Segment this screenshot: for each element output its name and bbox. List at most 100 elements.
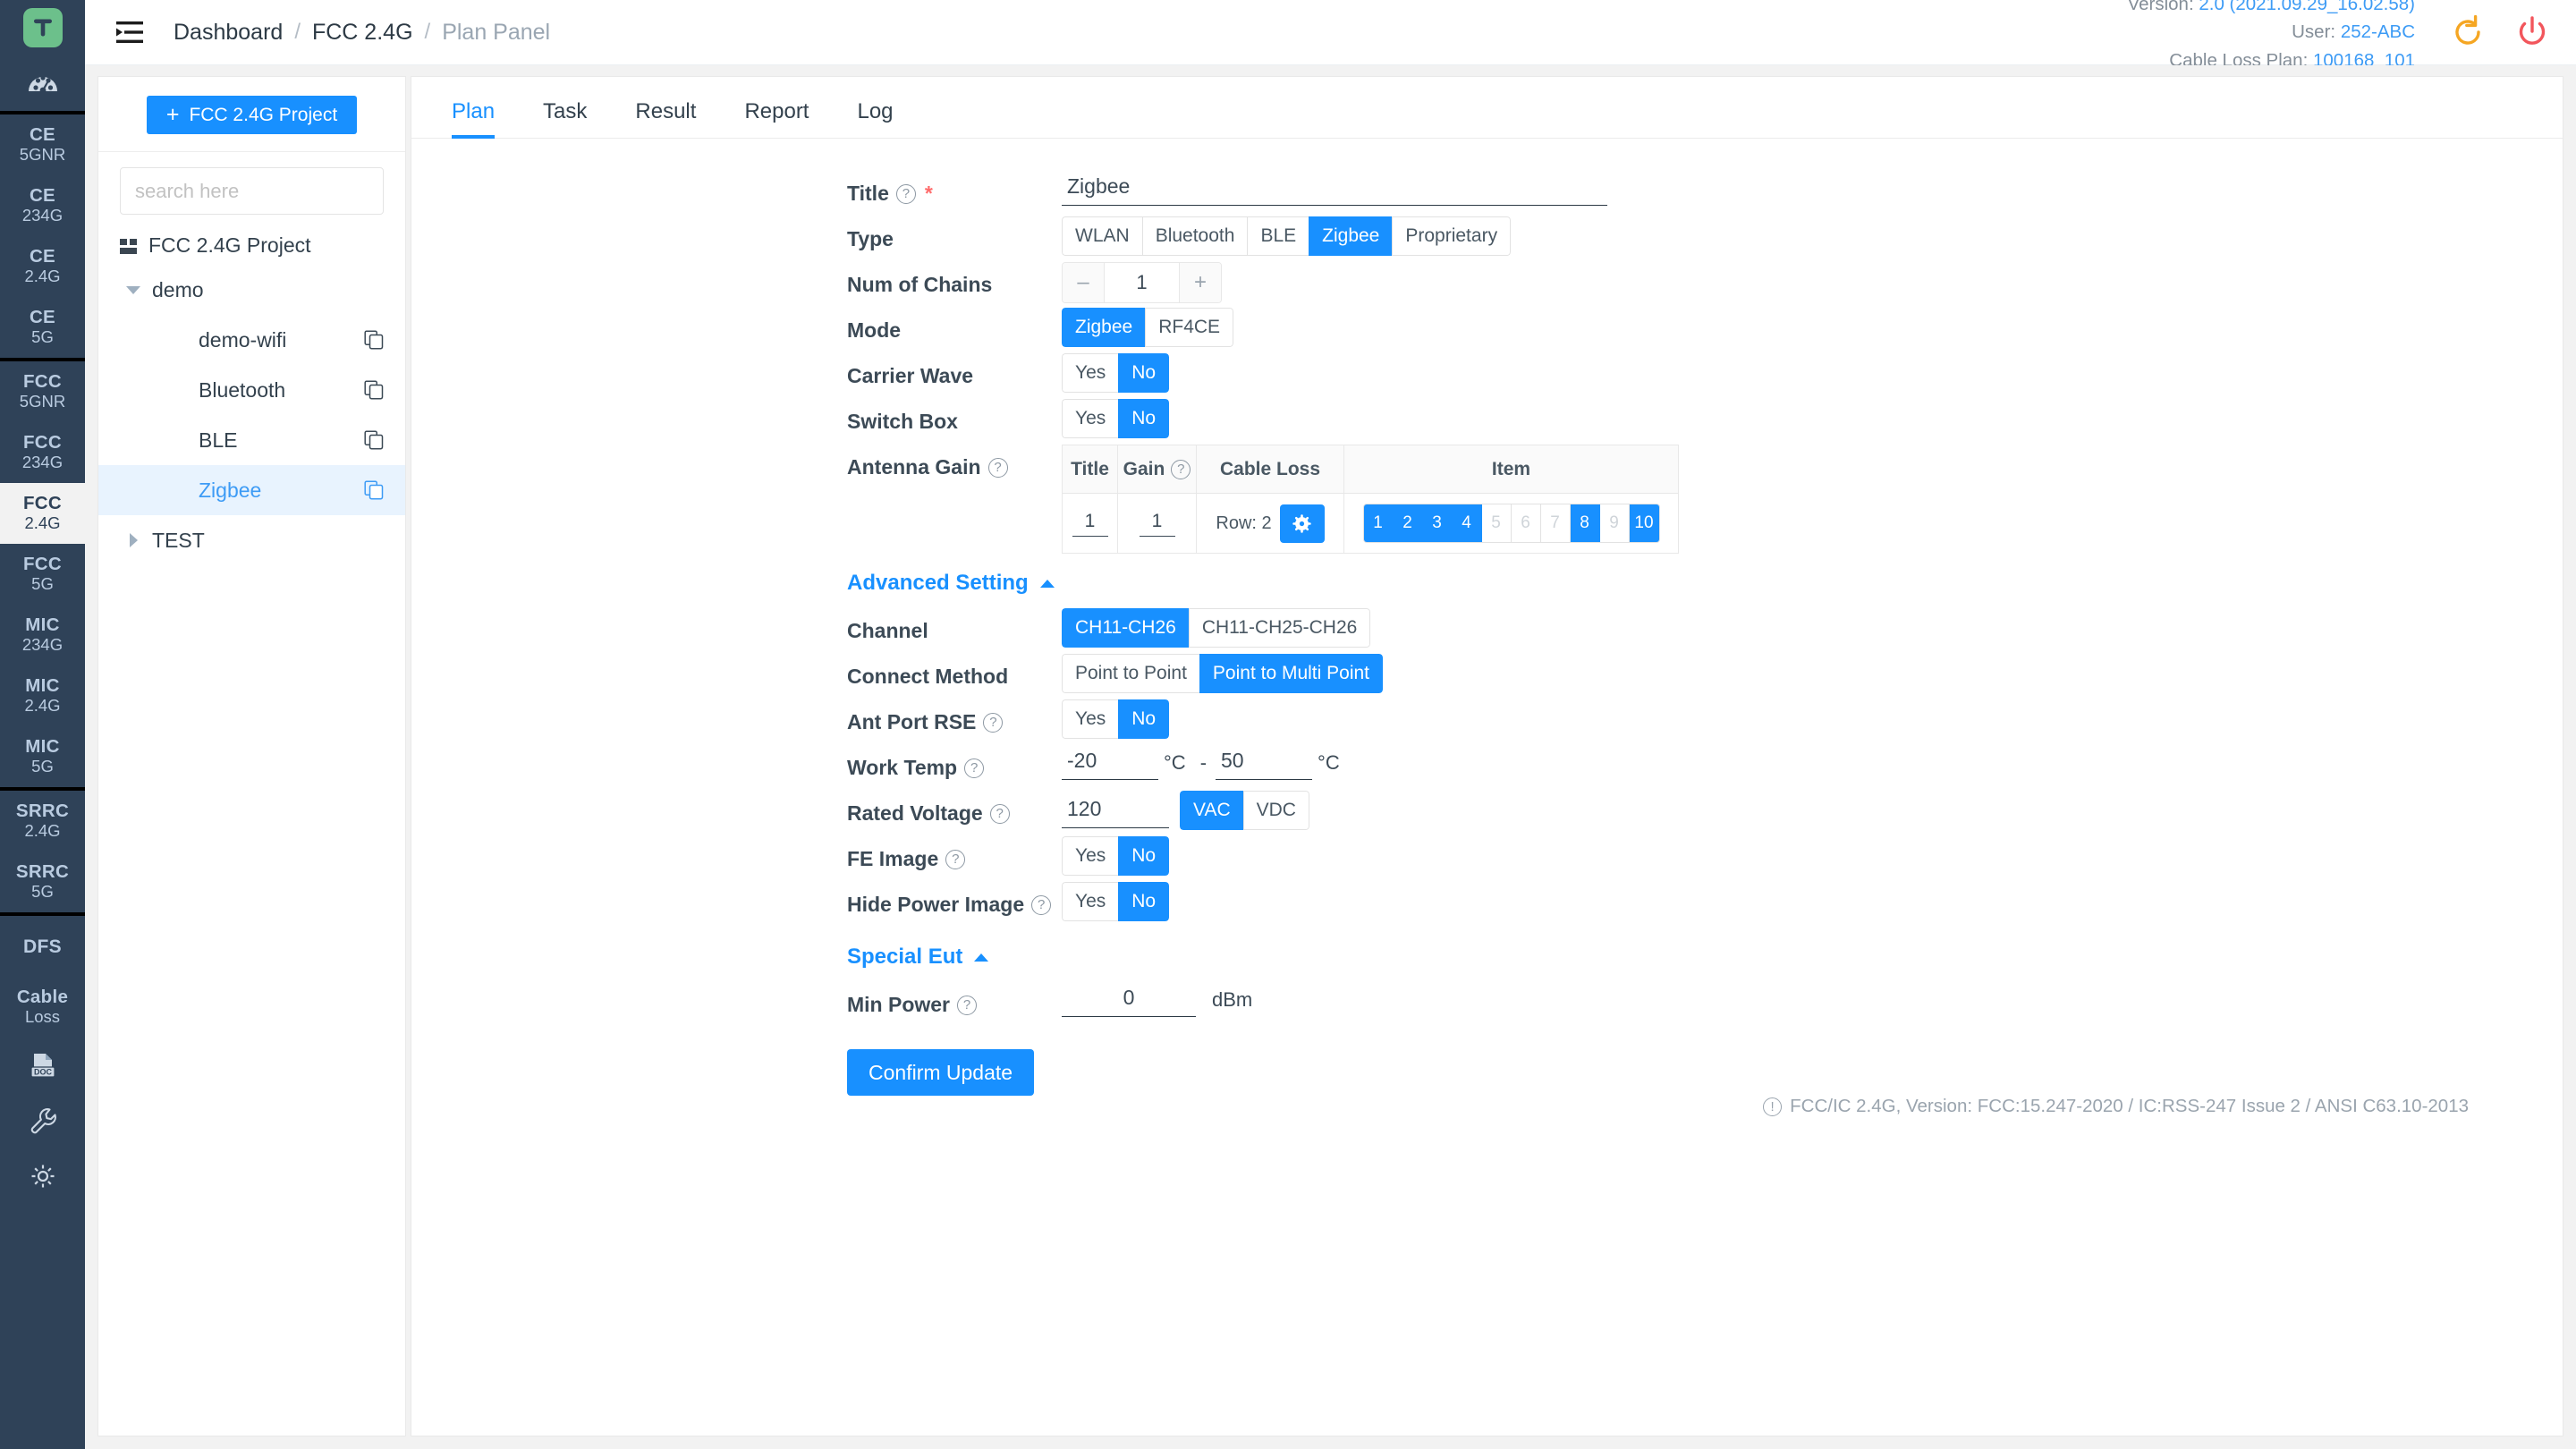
item-chip-3[interactable]: 3 [1422,504,1453,542]
copy-icon[interactable] [364,380,384,400]
item-chip-2[interactable]: 2 [1393,504,1423,542]
tab-plan[interactable]: Plan [428,101,519,139]
channel-option-ch11-ch26[interactable]: CH11-CH26 [1062,608,1189,648]
item-chip-1[interactable]: 1 [1363,504,1394,542]
help-icon[interactable]: ? [1031,894,1052,915]
item-chip-8[interactable]: 8 [1570,504,1600,542]
rail-item-fcc-234g[interactable]: FCC 234G [0,422,85,483]
refresh-button[interactable] [2447,12,2488,53]
label-min-power: Min Power ? [411,982,1062,1028]
rail-item-srrc-2-4g[interactable]: SRRC 2.4G [0,791,85,852]
type-option-bluetooth[interactable]: Bluetooth [1141,216,1248,256]
breadcrumb-item-fcc24g[interactable]: FCC 2.4G [312,20,413,46]
rail-item-fcc-2-4g[interactable]: FCC 2.4G [0,483,85,544]
tree-leaf-bluetooth[interactable]: Bluetooth [98,365,405,415]
special-eut-section-toggle[interactable]: Special Eut [411,945,2563,970]
mode-option-rf4ce[interactable]: RF4CE [1145,308,1234,347]
rail-item-ce-5g[interactable]: CE 5G [0,297,85,358]
fe-image-option-no[interactable]: No [1118,836,1170,876]
item-chip-4[interactable]: 4 [1452,504,1482,542]
tree-node-test[interactable]: TEST [98,515,405,565]
rated-voltage-input[interactable] [1062,792,1169,828]
tab-task[interactable]: Task [519,101,611,138]
advanced-setting-section-toggle[interactable]: Advanced Setting [411,571,2563,596]
help-icon[interactable]: ? [987,457,1008,478]
help-icon[interactable]: ? [964,758,985,778]
rail-item-srrc-5g[interactable]: SRRC 5G [0,852,85,912]
tab-report[interactable]: Report [720,101,833,138]
antenna-title-input[interactable] [1072,510,1108,537]
connect-method-option-point-to-multi-point[interactable]: Point to Multi Point [1199,654,1384,693]
rail-item-fcc-5g[interactable]: FCC 5G [0,544,85,605]
rail-item-ce-234g[interactable]: CE 234G [0,175,85,236]
tree-leaf-ble[interactable]: BLE [98,415,405,465]
copy-icon[interactable] [364,480,384,500]
min-power-input[interactable] [1062,982,1196,1017]
help-icon[interactable]: ? [1171,459,1191,479]
tree-node-demo[interactable]: demo [98,265,405,315]
help-icon[interactable]: ? [945,849,966,869]
help-icon[interactable]: ? [957,995,978,1015]
rail-item-fcc-5gnr[interactable]: FCC 5GNR [0,361,85,422]
cable-loss-row-text: Row: 2 [1216,513,1272,533]
fe-image-option-yes[interactable]: Yes [1062,836,1119,876]
mode-option-zigbee[interactable]: Zigbee [1062,308,1146,347]
title-input[interactable] [1062,171,1607,206]
rail-item-dfs[interactable]: DFS [0,916,85,977]
rail-wrench-icon[interactable] [0,1093,85,1148]
voltage-unit-option-vac[interactable]: VAC [1180,791,1243,830]
rail-doc-icon[interactable]: DOC [0,1038,85,1093]
tab-log[interactable]: Log [833,101,917,138]
work-temp-min-input[interactable] [1062,745,1158,780]
field-rated-voltage: VACVDC [1062,791,1309,830]
rail-item-mic-234g[interactable]: MIC 234G [0,605,85,665]
carrier-wave-option-yes[interactable]: Yes [1062,353,1119,393]
new-project-button[interactable]: + FCC 2.4G Project [146,96,358,134]
switch-box-option-no[interactable]: No [1118,399,1170,438]
stepper-value[interactable]: 1 [1104,263,1180,302]
tab-result[interactable]: Result [611,101,720,138]
type-option-ble[interactable]: BLE [1247,216,1309,256]
rail-settings-gear-icon[interactable] [0,1148,85,1204]
tree-leaf-demo-wifi[interactable]: demo-wifi [98,315,405,365]
search-input[interactable] [120,167,384,215]
type-option-proprietary[interactable]: Proprietary [1392,216,1512,256]
help-icon[interactable]: ? [895,183,916,204]
connect-method-option-point-to-point[interactable]: Point to Point [1062,654,1199,693]
voltage-unit-option-vdc[interactable]: VDC [1242,791,1309,830]
confirm-update-button[interactable]: Confirm Update [847,1049,1035,1096]
copy-icon[interactable] [364,330,384,350]
power-button[interactable] [2512,12,2553,53]
rail-item-ce-5gnr[interactable]: CE 5GNR [0,114,85,175]
app-logo[interactable] [0,0,85,55]
help-icon[interactable]: ? [989,803,1010,824]
antenna-gain-input[interactable] [1139,510,1175,537]
work-temp-max-input[interactable] [1216,745,1313,780]
ant-port-rse-option-yes[interactable]: Yes [1062,699,1119,739]
chevron-down-icon[interactable] [123,285,143,294]
carrier-wave-option-no[interactable]: No [1118,353,1170,393]
item-chip-10[interactable]: 10 [1629,504,1659,542]
switch-box-option-yes[interactable]: Yes [1062,399,1119,438]
tree-root-item[interactable]: FCC 2.4G Project [98,215,405,265]
stepper-decrement-button[interactable]: – [1063,263,1104,302]
hide-power-image-option-yes[interactable]: Yes [1062,882,1119,921]
rail-item-cable-loss[interactable]: Cable Loss [0,977,85,1038]
copy-icon[interactable] [364,430,384,450]
rail-item-mic-2-4g[interactable]: MIC 2.4G [0,665,85,726]
help-icon[interactable]: ? [983,712,1004,733]
stepper-increment-button[interactable]: + [1180,263,1221,302]
type-option-wlan[interactable]: WLAN [1062,216,1142,256]
rail-item-mic-5g[interactable]: MIC 5G [0,726,85,787]
type-option-zigbee[interactable]: Zigbee [1309,216,1393,256]
rail-item-ce-2-4g[interactable]: CE 2.4G [0,236,85,297]
ant-port-rse-option-no[interactable]: No [1118,699,1170,739]
cable-loss-settings-button[interactable] [1279,504,1325,543]
chevron-right-icon[interactable] [123,533,143,547]
hide-power-image-option-no[interactable]: No [1118,882,1170,921]
menu-unfold-icon[interactable] [112,14,148,50]
rail-dashboard-icon[interactable] [0,55,85,111]
channel-option-ch11-ch25-ch26[interactable]: CH11-CH25-CH26 [1188,608,1371,648]
tree-leaf-zigbee[interactable]: Zigbee [98,465,405,515]
breadcrumb-item-dashboard[interactable]: Dashboard [174,20,283,46]
